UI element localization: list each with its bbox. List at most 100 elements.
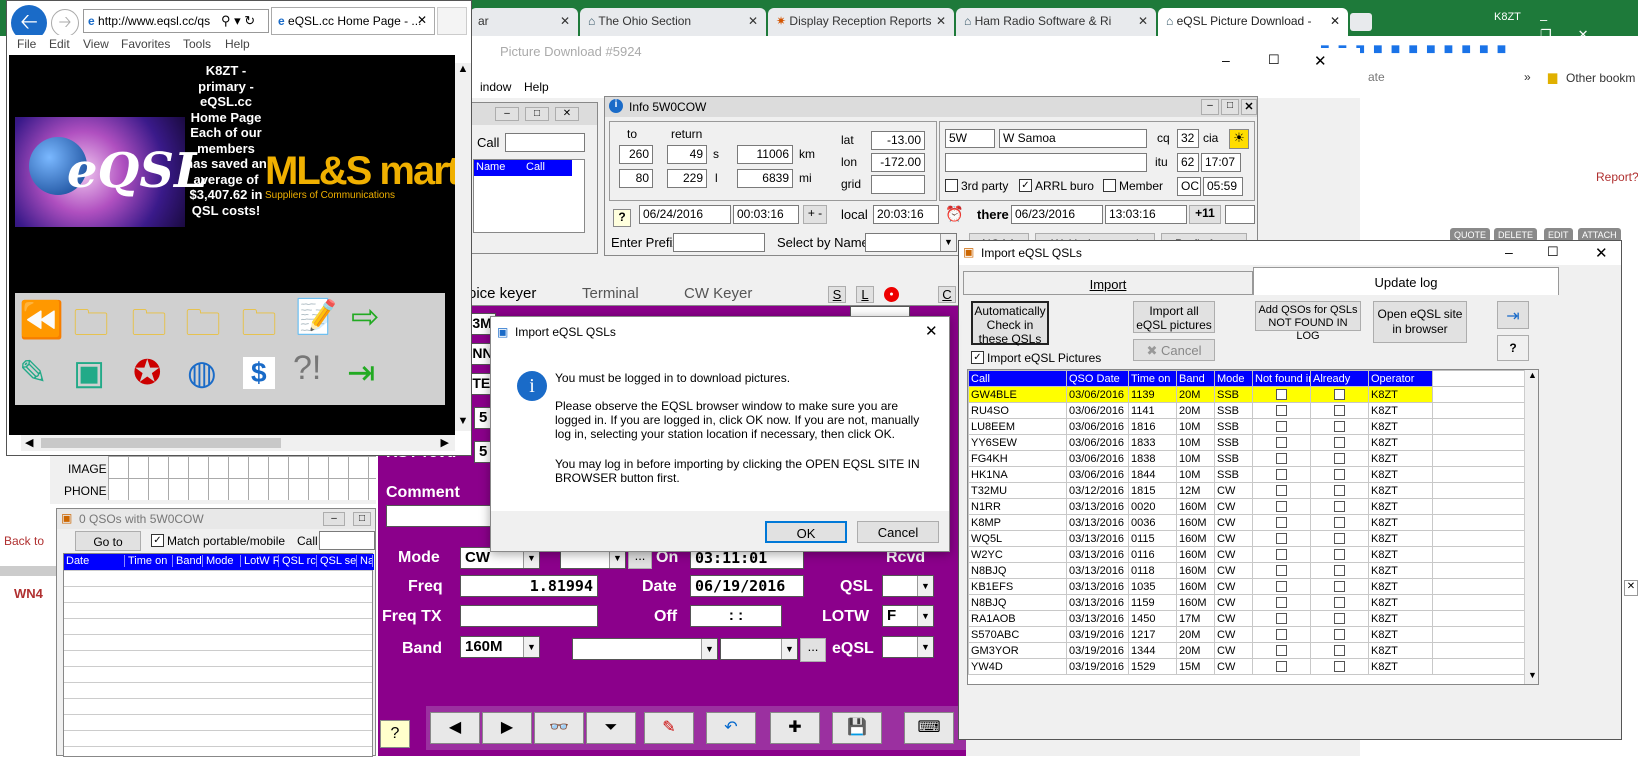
help-icon[interactable]: ? bbox=[613, 209, 631, 227]
close-icon[interactable]: ✕ bbox=[560, 14, 570, 28]
table-row[interactable]: K8MP 03/13/2016 0036 160M CW K8ZT bbox=[968, 514, 1525, 531]
close-icon[interactable]: ✕ bbox=[1138, 14, 1148, 28]
already-checkbox[interactable] bbox=[1310, 610, 1369, 627]
checkbox[interactable] bbox=[1276, 421, 1287, 433]
not-found-checkbox[interactable] bbox=[1252, 514, 1311, 531]
sun-icon[interactable]: ☀ bbox=[1229, 129, 1249, 149]
already-checkbox[interactable] bbox=[1310, 530, 1369, 547]
table-row[interactable]: N8BJQ 03/13/2016 1159 160M CW K8ZT bbox=[968, 594, 1525, 611]
already-checkbox[interactable] bbox=[1310, 386, 1369, 403]
checkbox[interactable] bbox=[1334, 533, 1345, 545]
chevron-down-icon[interactable]: ▼ bbox=[523, 637, 539, 657]
extra-select[interactable]: ▼ bbox=[572, 638, 718, 660]
close-button[interactable]: ✕ bbox=[1241, 99, 1257, 115]
column-header[interactable]: Mode bbox=[1214, 370, 1253, 387]
checkbox[interactable] bbox=[1334, 613, 1345, 625]
not-found-checkbox[interactable] bbox=[1252, 466, 1311, 483]
eraser-icon[interactable]: ✎ bbox=[644, 712, 694, 744]
checkbox[interactable] bbox=[1334, 485, 1345, 497]
extra-select-2[interactable]: ▼ bbox=[720, 638, 798, 660]
maximize-icon[interactable]: ☐ bbox=[1547, 244, 1559, 260]
not-found-checkbox[interactable] bbox=[1252, 482, 1311, 499]
qso-table[interactable]: DateTime onBandModeLotW RQSL rcvQSL serN… bbox=[63, 553, 374, 757]
not-found-checkbox[interactable] bbox=[1252, 402, 1311, 419]
checkbox[interactable] bbox=[1276, 565, 1287, 577]
checkbox[interactable] bbox=[1334, 565, 1345, 577]
already-checkbox[interactable] bbox=[1310, 482, 1369, 499]
checkbox[interactable] bbox=[1276, 453, 1287, 465]
call-field[interactable] bbox=[319, 531, 375, 550]
table-row[interactable]: N8BJQ 03/13/2016 0118 160M CW K8ZT bbox=[968, 562, 1525, 579]
checkbox[interactable] bbox=[1334, 517, 1345, 529]
cancel-button[interactable]: Cancel bbox=[857, 521, 939, 543]
already-checkbox[interactable] bbox=[1310, 658, 1369, 675]
already-checkbox[interactable] bbox=[1310, 594, 1369, 611]
lotw-select[interactable]: F ▼ bbox=[882, 605, 934, 627]
save-icon[interactable]: 💾 bbox=[832, 712, 882, 744]
minimize-icon[interactable]: – bbox=[1505, 244, 1513, 260]
folder-refresh-icon[interactable]: 🗀 bbox=[241, 297, 277, 358]
close-icon[interactable]: ✕ bbox=[936, 14, 946, 28]
close-icon[interactable]: ✕ bbox=[1595, 244, 1608, 262]
open-site-button[interactable]: Open eQSL site in browser bbox=[1373, 301, 1467, 343]
table-row[interactable]: T32MU 03/12/2016 1815 12M CW K8ZT bbox=[968, 482, 1525, 499]
checkbox[interactable] bbox=[1334, 389, 1345, 401]
binoculars-icon[interactable]: 👓 bbox=[534, 712, 584, 744]
tab-voice-keyer[interactable]: oice keyer bbox=[468, 285, 536, 302]
eqsl-select[interactable]: ▼ bbox=[882, 636, 934, 658]
not-found-checkbox[interactable] bbox=[1252, 642, 1311, 659]
import-all-button[interactable]: Import all eQSL pictures bbox=[1133, 301, 1215, 333]
checkbox[interactable] bbox=[1276, 581, 1287, 593]
checkbox[interactable] bbox=[1276, 405, 1287, 417]
prefix-input[interactable] bbox=[673, 233, 765, 252]
not-found-checkbox[interactable] bbox=[1252, 562, 1311, 579]
close-icon[interactable]: ✕ bbox=[417, 13, 427, 27]
table-row[interactable]: YW4D 03/19/2016 1529 15M CW K8ZT bbox=[968, 658, 1525, 675]
menu-help[interactable]: Help bbox=[225, 37, 250, 51]
checkbox[interactable] bbox=[1334, 581, 1345, 593]
tab-terminal[interactable]: Terminal bbox=[582, 285, 639, 302]
maximize-button[interactable]: □ bbox=[1221, 99, 1239, 115]
scroll-edge[interactable]: ✕ bbox=[1624, 580, 1638, 596]
date-field[interactable]: 06/19/2016 bbox=[690, 575, 804, 597]
double-back-icon[interactable]: ⏪ bbox=[19, 299, 64, 341]
menu-edit[interactable]: Edit bbox=[49, 37, 70, 51]
table-row[interactable]: YY6SEW 03/06/2016 1833 10M SSB K8ZT bbox=[968, 434, 1525, 451]
already-checkbox[interactable] bbox=[1310, 434, 1369, 451]
already-checkbox[interactable] bbox=[1310, 546, 1369, 563]
add-qsos-button[interactable]: Add QSOs for QSLs NOT FOUND IN LOG bbox=[1255, 301, 1361, 342]
search-icon[interactable]: ⚲ ▾ ↻ bbox=[221, 13, 256, 29]
minimize-button[interactable]: – bbox=[1201, 99, 1219, 115]
add-icon[interactable]: ✚ bbox=[770, 712, 820, 744]
menu-tools[interactable]: Tools bbox=[183, 37, 211, 51]
checkbox[interactable] bbox=[1276, 389, 1287, 401]
checkbox[interactable] bbox=[1276, 517, 1287, 529]
checkbox[interactable] bbox=[1276, 469, 1287, 481]
chrome-tab[interactable]: ⌂ The Ohio Section ✕ bbox=[580, 8, 766, 36]
table-row[interactable]: LU8EEM 03/06/2016 1816 10M SSB K8ZT bbox=[968, 418, 1525, 435]
maximize-button[interactable]: □ bbox=[525, 107, 549, 121]
close-icon[interactable]: ✕ bbox=[1330, 14, 1340, 28]
chevron-down-icon[interactable]: ▼ bbox=[781, 639, 797, 659]
checkbox[interactable] bbox=[1276, 549, 1287, 561]
tab-import[interactable]: Import bbox=[963, 271, 1253, 295]
picture-icon[interactable]: ▣ bbox=[73, 353, 105, 393]
table-row[interactable]: WQ5L 03/13/2016 0115 160M CW K8ZT bbox=[968, 530, 1525, 547]
ellipsis-button[interactable]: ... bbox=[800, 638, 826, 662]
checkbox[interactable] bbox=[1334, 597, 1345, 609]
table-row[interactable]: W2YC 03/13/2016 0116 160M CW K8ZT bbox=[968, 546, 1525, 563]
maximize-icon[interactable]: ☐ bbox=[1268, 52, 1280, 68]
offset-button[interactable]: +11 bbox=[1189, 205, 1221, 224]
not-found-checkbox[interactable] bbox=[1252, 386, 1311, 403]
checkbox[interactable] bbox=[1276, 629, 1287, 641]
prev-icon[interactable]: ◀ bbox=[430, 712, 480, 744]
chrome-tab[interactable]: ar ✕ bbox=[470, 8, 578, 36]
arrl-buro-checkbox[interactable]: ✓ bbox=[1019, 179, 1032, 192]
import-table[interactable]: Call QSO Date Time on Band Mode Not found in A… bbox=[968, 370, 1525, 675]
column-header[interactable]: Band bbox=[176, 555, 203, 567]
folder-delete-icon[interactable]: 🗀 bbox=[185, 297, 221, 358]
help-icon[interactable]: ? bbox=[380, 720, 410, 748]
already-checkbox[interactable] bbox=[1310, 418, 1369, 435]
goto-button[interactable]: Go to bbox=[75, 531, 141, 551]
chrome-tab[interactable]: ⌂ Ham Radio Software & Ri ✕ bbox=[956, 8, 1156, 36]
